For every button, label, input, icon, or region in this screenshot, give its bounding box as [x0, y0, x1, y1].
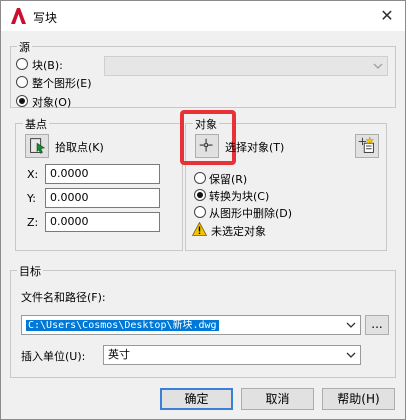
chevron-down-icon: [346, 322, 356, 328]
insert-units-select[interactable]: 英寸: [103, 345, 361, 365]
quick-select-icon: [358, 136, 374, 153]
pick-point-button[interactable]: [25, 134, 49, 158]
base-point-legend: 基点: [23, 116, 49, 132]
title-bar: 写块 ✕: [1, 1, 405, 31]
z-coordinate-input[interactable]: 0.0000: [45, 212, 160, 232]
pick-point-label: 拾取点(K): [55, 141, 104, 154]
y-label: Y:: [27, 192, 36, 205]
write-block-dialog: 写块 ✕ 源 块(B): 整个图形(E) 对象(O) 基点 拾取点(K) X: …: [0, 0, 406, 420]
warning-icon: [192, 222, 207, 236]
filename-label: 文件名和路径(F):: [21, 291, 106, 304]
quick-select-button[interactable]: [355, 134, 379, 158]
block-radio-label: 块(B):: [32, 59, 63, 72]
help-button[interactable]: 帮助(H): [322, 388, 395, 410]
select-objects-label: 选择对象(T): [225, 141, 285, 154]
pick-point-icon: [30, 138, 46, 154]
block-select[interactable]: [104, 56, 388, 76]
x-coordinate-input[interactable]: 0.0000: [45, 164, 160, 184]
window-title: 写块: [33, 11, 58, 25]
ok-button[interactable]: 确定: [160, 388, 233, 410]
insert-units-label: 插入单位(U):: [21, 350, 86, 363]
no-objects-selected-text: 未选定对象: [211, 225, 266, 238]
browse-button[interactable]: ...: [365, 315, 389, 335]
x-label: X:: [27, 168, 39, 181]
delete-from-drawing-label: 从图形中删除(D): [209, 207, 293, 220]
objects-radio-label: 对象(O): [32, 96, 72, 109]
insert-units-value: 英寸: [108, 348, 130, 361]
y-coordinate-input[interactable]: 0.0000: [45, 188, 160, 208]
destination-legend: 目标: [17, 263, 43, 279]
filename-path-value: C:\Users\Cosmos\Desktop\新块.dwg: [26, 320, 219, 331]
convert-to-block-label: 转换为块(C): [209, 190, 270, 203]
whole-drawing-radio[interactable]: [16, 76, 28, 88]
chevron-down-icon: [373, 63, 383, 69]
convert-to-block-radio[interactable]: [194, 189, 206, 201]
retain-radio[interactable]: [194, 172, 206, 184]
z-label: Z:: [27, 216, 39, 229]
block-radio[interactable]: [16, 58, 28, 70]
close-icon[interactable]: ✕: [377, 6, 397, 26]
cancel-button[interactable]: 取消: [241, 388, 314, 410]
autocad-app-icon: [11, 8, 26, 24]
delete-from-drawing-radio[interactable]: [194, 206, 206, 218]
annotation-highlight-box: [180, 110, 236, 165]
source-legend: 源: [17, 39, 32, 55]
chevron-down-icon: [346, 352, 356, 358]
whole-drawing-label: 整个图形(E): [32, 77, 92, 90]
filename-path-combo[interactable]: C:\Users\Cosmos\Desktop\新块.dwg: [21, 315, 361, 335]
objects-radio[interactable]: [16, 95, 28, 107]
retain-label: 保留(R): [209, 173, 248, 186]
